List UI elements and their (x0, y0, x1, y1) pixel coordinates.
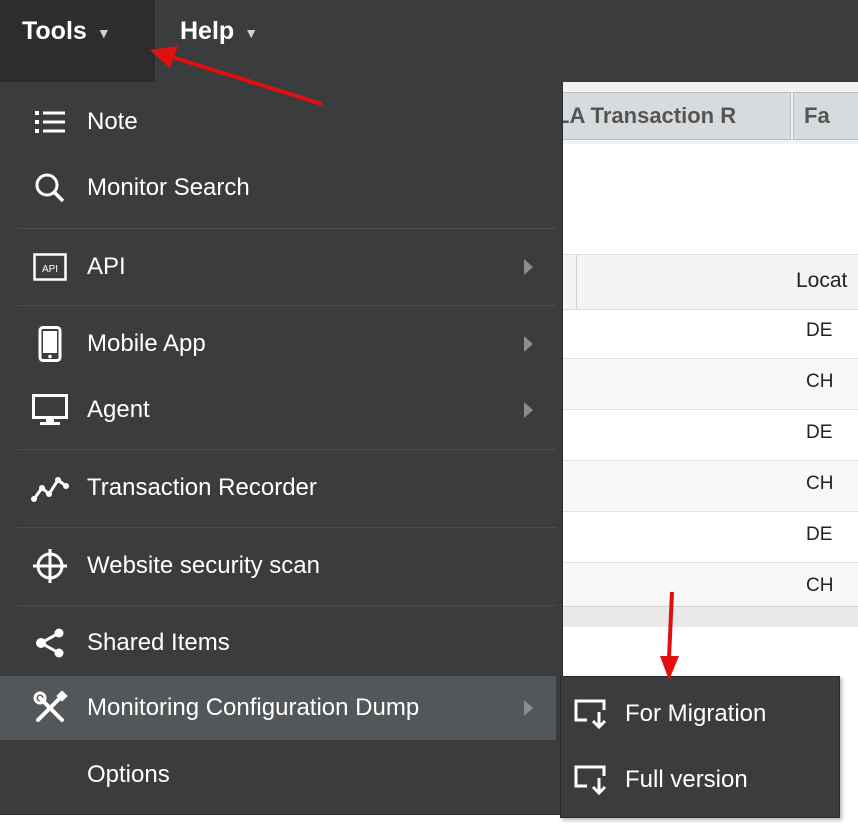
api-icon: API (30, 247, 70, 287)
table-row[interactable]: CH (560, 359, 858, 410)
dump-submenu: For Migration Full version (560, 676, 840, 818)
menu-item-label: Agent (87, 396, 150, 423)
menu-item-label: Monitor Search (87, 174, 250, 201)
horizontal-scrollbar[interactable] (560, 606, 858, 627)
column-header-location[interactable]: Locat (796, 269, 847, 293)
menu-divider (18, 527, 556, 528)
help-menu-button[interactable]: Help ▼ (180, 14, 258, 48)
menu-item-monitor-search[interactable]: Monitor Search (0, 156, 556, 220)
submenu-item-for-migration[interactable]: For Migration (561, 681, 839, 747)
tab-transaction[interactable]: LA Transaction R (545, 92, 791, 140)
menu-item-label: Options (87, 761, 170, 788)
chevron-down-icon: ▼ (244, 25, 259, 41)
tools-menu-label: Tools (22, 16, 87, 45)
chart-line-icon (30, 468, 70, 508)
download-screen-icon (571, 760, 611, 800)
menu-divider (18, 305, 556, 306)
menu-divider (18, 605, 556, 606)
menu-item-api[interactable]: API API (0, 235, 556, 299)
table-row[interactable]: DE (560, 410, 858, 461)
tab-label: LA Transaction R (556, 103, 737, 128)
crosshair-icon (30, 546, 70, 586)
menu-item-label: Shared Items (87, 629, 230, 656)
submenu-item-label: For Migration (625, 700, 767, 727)
column-separator (576, 255, 577, 309)
svg-text:API: API (42, 264, 58, 275)
table-row[interactable]: DE (560, 512, 858, 563)
chevron-right-icon (524, 402, 533, 418)
mobile-icon (30, 324, 70, 364)
menu-item-note[interactable]: Note (0, 90, 556, 154)
chevron-right-icon (524, 259, 533, 275)
menu-item-options[interactable]: Options (0, 743, 556, 807)
search-icon (30, 168, 70, 208)
chevron-down-icon: ▼ (96, 25, 111, 41)
table-cell: CH (806, 575, 834, 596)
menu-item-shared-items[interactable]: Shared Items (0, 611, 556, 675)
table-cell: DE (806, 320, 833, 341)
chevron-right-icon (524, 336, 533, 352)
submenu-item-full-version[interactable]: Full version (561, 747, 839, 813)
tools-icon (30, 688, 70, 728)
table-cell: DE (806, 422, 833, 443)
table-row[interactable]: DE (560, 308, 858, 359)
menu-item-label: API (87, 253, 126, 280)
chevron-right-icon (524, 700, 533, 716)
download-screen-icon (571, 694, 611, 734)
menu-item-monitoring-configuration-dump[interactable]: Monitoring Configuration Dump (0, 676, 556, 740)
menu-divider (18, 449, 556, 450)
list-icon (30, 102, 70, 142)
menu-item-agent[interactable]: Agent (0, 378, 556, 442)
menu-item-website-security-scan[interactable]: Website security scan (0, 534, 556, 598)
top-menu-bar (0, 0, 858, 82)
tools-dropdown-menu: Note Monitor Search API API Mobile App A… (0, 82, 563, 815)
monitor-icon (30, 390, 70, 430)
menu-item-label: Website security scan (87, 552, 320, 579)
share-icon (30, 623, 70, 663)
menu-divider (18, 228, 556, 229)
tools-menu-button[interactable]: Tools ▼ (22, 14, 111, 48)
table-cell: CH (806, 473, 834, 494)
tab-fa[interactable]: Fa (793, 92, 858, 140)
menu-item-label: Transaction Recorder (87, 474, 317, 501)
help-menu-label: Help (180, 16, 235, 45)
menu-item-label: Mobile App (87, 330, 206, 357)
table-cell: CH (806, 371, 834, 392)
table-header: Locat (560, 254, 858, 310)
table-row[interactable]: CH (560, 461, 858, 512)
menu-item-label: Monitoring Configuration Dump (87, 694, 420, 721)
menu-item-mobile-app[interactable]: Mobile App (0, 312, 556, 376)
menu-item-label: Note (87, 108, 138, 135)
submenu-item-label: Full version (625, 766, 748, 793)
tab-label: Fa (804, 103, 830, 128)
menu-item-transaction-recorder[interactable]: Transaction Recorder (0, 456, 556, 520)
table-cell: DE (806, 524, 833, 545)
